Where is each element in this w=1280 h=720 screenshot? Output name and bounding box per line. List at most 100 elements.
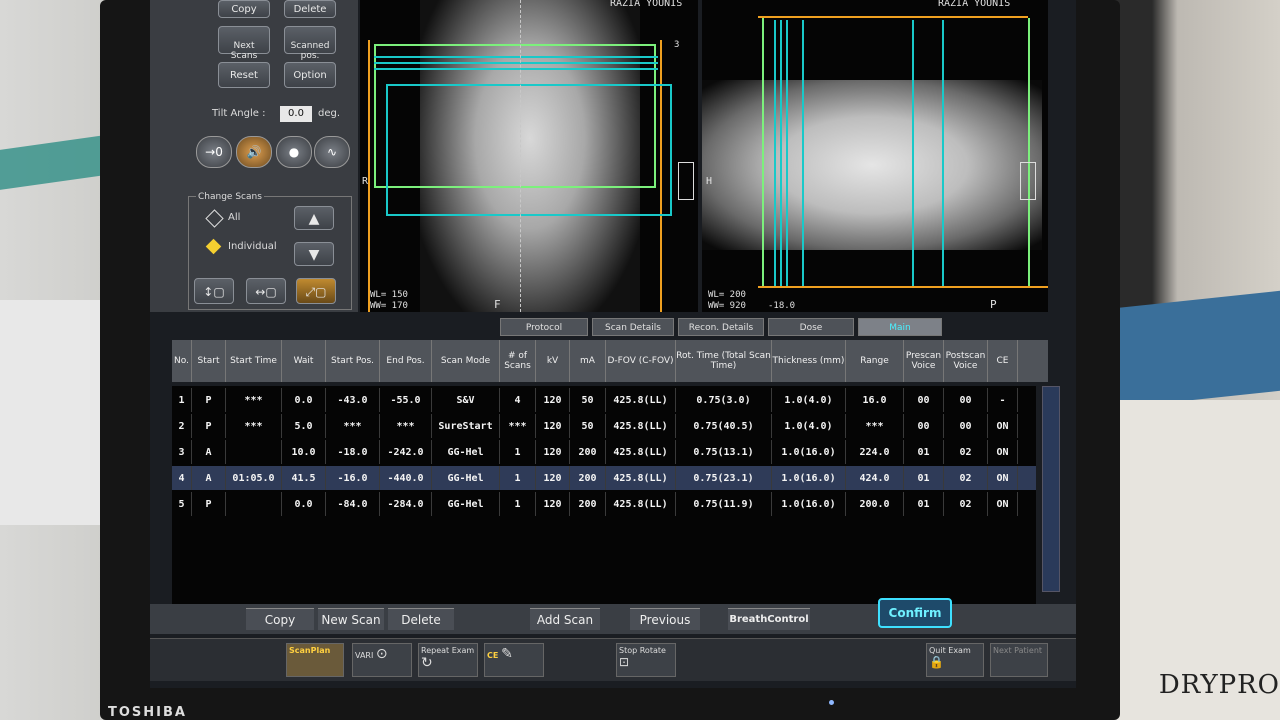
cell-ce[interactable]: ON <box>988 414 1018 438</box>
cell-range[interactable]: 16.0 <box>846 388 904 412</box>
cell-start-pos[interactable]: *** <box>326 414 380 438</box>
cell-ce[interactable]: ON <box>988 492 1018 516</box>
frontal-scanogram[interactable]: RAZIA YOUNIS T202043 3 R F WL= 150 WW= 1… <box>360 0 698 312</box>
cell-dfov[interactable]: 425.8(LL) <box>606 388 676 412</box>
cell-prescan-voice[interactable]: 01 <box>904 440 944 464</box>
cell-scan-mode[interactable]: GG-Hel <box>432 440 500 464</box>
cell-start[interactable]: P <box>192 492 226 516</box>
copy-plan-button[interactable]: Copy <box>218 0 270 18</box>
cell-ma[interactable]: 200 <box>570 466 606 490</box>
cell-range[interactable]: 200.0 <box>846 492 904 516</box>
cell-end-pos[interactable]: *** <box>380 414 432 438</box>
cell-prescan-voice[interactable]: 00 <box>904 414 944 438</box>
cell-start-time[interactable] <box>226 492 282 516</box>
table-row[interactable]: 3 A 10.0 -18.0 -242.0 GG-Hel 1 120 200 4… <box>172 440 1036 464</box>
tab-recon-details[interactable]: Recon. Details <box>678 318 764 336</box>
stop-rotate-button[interactable]: Stop Rotate ⊡ <box>616 643 676 677</box>
cell-start-pos[interactable]: -84.0 <box>326 492 380 516</box>
cell-ce[interactable]: - <box>988 388 1018 412</box>
cell-thickness[interactable]: 1.0(16.0) <box>772 492 846 516</box>
cell-start-time[interactable]: *** <box>226 388 282 412</box>
cell-ma[interactable]: 50 <box>570 414 606 438</box>
add-scan-button[interactable]: Add Scan <box>530 608 600 630</box>
cell-dfov[interactable]: 425.8(LL) <box>606 492 676 516</box>
cell-wait[interactable]: 0.0 <box>282 388 326 412</box>
cell-prescan-voice[interactable]: 00 <box>904 388 944 412</box>
scroll-handle-icon[interactable] <box>1020 162 1036 200</box>
lateral-scanogram[interactable]: RAZIA YOUNIS H P WL= 200 WW= 920 -18.0 <box>702 0 1048 312</box>
cell-start-time[interactable] <box>226 440 282 464</box>
table-row[interactable]: 5 P 0.0 -84.0 -284.0 GG-Hel 1 120 200 42… <box>172 492 1036 516</box>
cell-start-time[interactable]: 01:05.0 <box>226 466 282 490</box>
option-button[interactable]: Option <box>284 62 336 88</box>
new-scan-button[interactable]: New Scan <box>318 608 384 630</box>
cell-ce[interactable]: ON <box>988 466 1018 490</box>
cell-kv[interactable]: 120 <box>536 492 570 516</box>
cell-end-pos[interactable]: -55.0 <box>380 388 432 412</box>
tab-protocol[interactable]: Protocol <box>500 318 588 336</box>
delete-scan-button[interactable]: Delete <box>388 608 454 630</box>
next-scans-button[interactable]: Next Scans <box>218 26 270 61</box>
cell-kv[interactable]: 120 <box>536 440 570 464</box>
scanned-pos-button[interactable]: Scanned pos. <box>284 26 336 61</box>
cell-rot-time[interactable]: 0.75(23.1) <box>676 466 772 490</box>
cell-kv[interactable]: 120 <box>536 388 570 412</box>
cell-start[interactable]: A <box>192 466 226 490</box>
cell-start[interactable]: P <box>192 414 226 438</box>
cell-start[interactable]: P <box>192 388 226 412</box>
cell-postscan-voice[interactable]: 02 <box>944 440 988 464</box>
cell-num-scans[interactable]: *** <box>500 414 536 438</box>
cell-end-pos[interactable]: -242.0 <box>380 440 432 464</box>
voice-icon[interactable]: 🔊 <box>236 136 272 168</box>
cell-wait[interactable]: 10.0 <box>282 440 326 464</box>
table-row[interactable]: 2 P *** 5.0 *** *** SureStart *** 120 50… <box>172 414 1036 438</box>
diagonal-range-icon[interactable]: ⤢▢ <box>296 278 336 304</box>
zero-position-icon[interactable]: →0 <box>196 136 232 168</box>
cell-dfov[interactable]: 425.8(LL) <box>606 414 676 438</box>
cell-dfov[interactable]: 425.8(LL) <box>606 466 676 490</box>
cell-thickness[interactable]: 1.0(4.0) <box>772 388 846 412</box>
cell-postscan-voice[interactable]: 02 <box>944 466 988 490</box>
delete-plan-button[interactable]: Delete <box>284 0 336 18</box>
cell-num-scans[interactable]: 1 <box>500 466 536 490</box>
cell-dfov[interactable]: 425.8(LL) <box>606 440 676 464</box>
cell-start[interactable]: A <box>192 440 226 464</box>
vertical-range-icon[interactable]: ↕▢ <box>194 278 234 304</box>
cell-thickness[interactable]: 1.0(16.0) <box>772 440 846 464</box>
scan-up-icon[interactable]: ▲ <box>294 206 334 230</box>
cell-ce[interactable]: ON <box>988 440 1018 464</box>
cell-wait[interactable]: 5.0 <box>282 414 326 438</box>
cell-start-pos[interactable]: -43.0 <box>326 388 380 412</box>
cell-wait[interactable]: 41.5 <box>282 466 326 490</box>
vari-button[interactable]: VARI ⊙ <box>352 643 412 677</box>
table-scrollbar[interactable] <box>1042 386 1060 592</box>
scan-range-box-cyan[interactable] <box>386 84 672 216</box>
patient-head-icon[interactable]: ● <box>276 136 312 168</box>
cell-thickness[interactable]: 1.0(16.0) <box>772 466 846 490</box>
cell-postscan-voice[interactable]: 02 <box>944 492 988 516</box>
cell-range[interactable]: *** <box>846 414 904 438</box>
cell-scan-mode[interactable]: SureStart <box>432 414 500 438</box>
cell-rot-time[interactable]: 0.75(13.1) <box>676 440 772 464</box>
cell-thickness[interactable]: 1.0(4.0) <box>772 414 846 438</box>
cell-start-pos[interactable]: -16.0 <box>326 466 380 490</box>
breath-control-button[interactable]: BreathControl <box>728 608 810 630</box>
cell-postscan-voice[interactable]: 00 <box>944 414 988 438</box>
tab-dose[interactable]: Dose <box>768 318 854 336</box>
ce-button[interactable]: CE ✎ <box>484 643 544 677</box>
cell-scan-mode[interactable]: GG-Hel <box>432 466 500 490</box>
cell-end-pos[interactable]: -440.0 <box>380 466 432 490</box>
wave-icon[interactable]: ∿ <box>314 136 350 168</box>
cell-num-scans[interactable]: 4 <box>500 388 536 412</box>
cell-num-scans[interactable]: 1 <box>500 492 536 516</box>
cell-range[interactable]: 224.0 <box>846 440 904 464</box>
scan-down-icon[interactable]: ▼ <box>294 242 334 266</box>
copy-scan-button[interactable]: Copy <box>246 608 314 630</box>
cell-ma[interactable]: 200 <box>570 440 606 464</box>
cell-prescan-voice[interactable]: 01 <box>904 466 944 490</box>
cell-start-time[interactable]: *** <box>226 414 282 438</box>
cell-prescan-voice[interactable]: 01 <box>904 492 944 516</box>
repeat-exam-button[interactable]: Repeat Exam ↻ <box>418 643 478 677</box>
cell-end-pos[interactable]: -284.0 <box>380 492 432 516</box>
cell-rot-time[interactable]: 0.75(40.5) <box>676 414 772 438</box>
